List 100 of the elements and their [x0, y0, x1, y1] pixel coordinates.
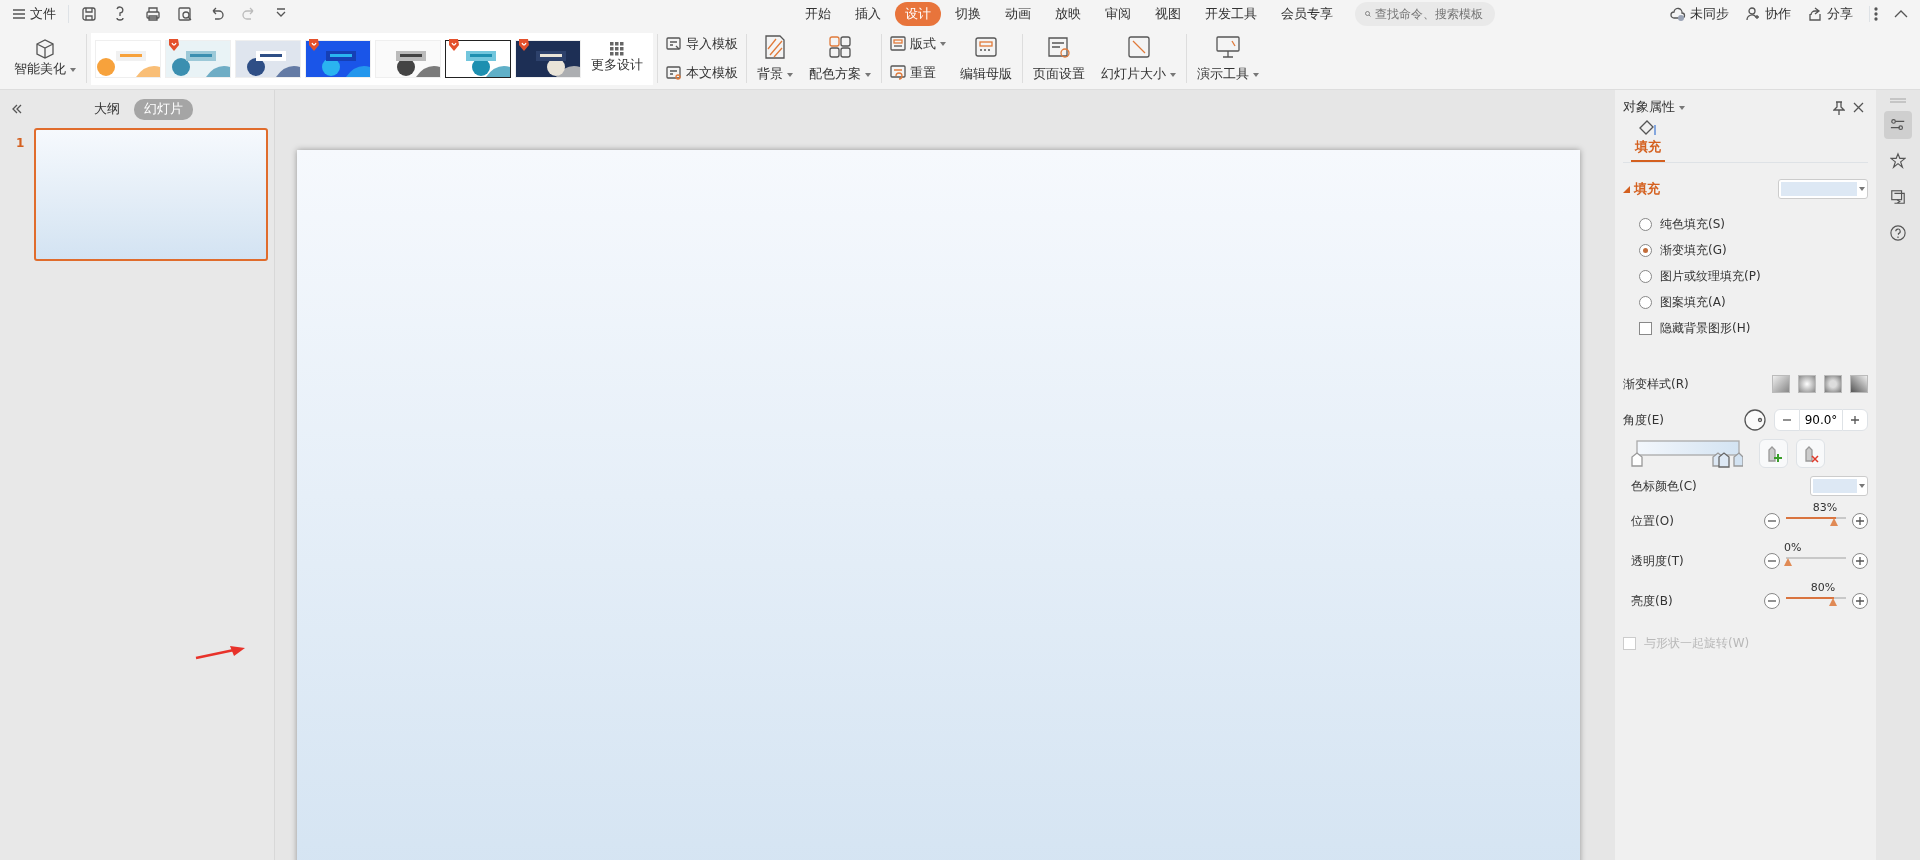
gradient-style-button[interactable]: [1798, 375, 1816, 394]
annotation-arrow: [194, 645, 246, 662]
gradient-style-button[interactable]: [1772, 375, 1790, 394]
menu-tab[interactable]: 动画: [994, 2, 1041, 26]
radio-option[interactable]: 纯色填充(S): [1639, 215, 1868, 234]
more-designs-button[interactable]: 更多设计: [585, 40, 649, 78]
cube-icon: [34, 38, 56, 61]
slide-number: 1: [16, 135, 26, 153]
slide-thumbnail[interactable]: [34, 128, 268, 262]
add-stop-icon: [1765, 445, 1782, 464]
toolbar-action[interactable]: 未同步: [1666, 3, 1733, 25]
reset-icon: [890, 65, 906, 82]
plus-icon: [1856, 517, 1864, 526]
template-thumbnail[interactable]: [375, 39, 441, 78]
slider-thumb[interactable]: [1784, 558, 1792, 567]
checkbox-option[interactable]: 隐藏背景图形(H): [1639, 319, 1868, 338]
layout-icon: [890, 36, 906, 53]
plus-icon: [1856, 597, 1864, 606]
add-user-icon: [1745, 6, 1761, 23]
angle-dial[interactable]: [1744, 409, 1766, 432]
menu-icon: [12, 8, 26, 21]
gradient-stops-bar[interactable]: [1631, 439, 1743, 468]
ribbon-button[interactable]: 背景: [751, 31, 799, 87]
file-menu-button[interactable]: 文件: [8, 3, 60, 25]
ribbon-button[interactable]: 重置: [886, 62, 950, 84]
template-thumbnail[interactable]: [95, 39, 161, 78]
chevron-up-icon: [1894, 10, 1908, 19]
ribbon-button[interactable]: 配色方案: [803, 31, 877, 87]
gradient-style-button[interactable]: [1824, 375, 1842, 394]
angle-field[interactable]: 90.0°: [1800, 409, 1842, 432]
ribbon-button[interactable]: 幻灯片大小: [1095, 31, 1182, 87]
menu-tab[interactable]: 切换: [944, 2, 991, 26]
remove-stop-button[interactable]: [1796, 439, 1825, 469]
plus-icon: [1856, 557, 1864, 566]
caret-icon: [70, 67, 76, 72]
panel-title-dropdown[interactable]: 对象属性: [1623, 98, 1685, 117]
field-label: 渐变样式(R): [1623, 376, 1689, 394]
pin-icon: [1833, 100, 1845, 115]
ribbon-button[interactable]: 版式: [886, 33, 950, 55]
template-thumbnail[interactable]: [235, 39, 301, 78]
decrement-button[interactable]: [1764, 513, 1780, 530]
import-template-icon: [666, 36, 682, 53]
field-label: 位置(O): [1631, 513, 1675, 531]
fill-color-dropdown[interactable]: [1778, 179, 1868, 200]
remove-stop-icon: [1802, 445, 1819, 464]
template-thumbnail[interactable]: [165, 39, 231, 78]
increment-button[interactable]: [1852, 553, 1868, 570]
add-stop-button[interactable]: [1759, 439, 1788, 469]
radio-option[interactable]: 渐变填充(G): [1639, 241, 1868, 260]
template-thumbnail[interactable]: [515, 39, 581, 78]
slider-track[interactable]: [1784, 596, 1848, 607]
radio-option[interactable]: 图案填充(A): [1639, 293, 1868, 312]
caret-icon: [940, 42, 946, 47]
ribbon-button[interactable]: 本文模板: [662, 62, 742, 84]
panel-tab[interactable]: 大纲: [83, 98, 130, 120]
slider-thumb[interactable]: [1830, 518, 1839, 527]
plus-icon: [1851, 416, 1859, 425]
ribbon-button[interactable]: 页面设置: [1027, 31, 1091, 87]
ribbon-button[interactable]: 导入模板: [662, 33, 742, 55]
radio-option[interactable]: 图片或纹理填充(P): [1639, 267, 1868, 286]
print-icon: [145, 6, 161, 23]
stop-color-dropdown[interactable]: [1810, 476, 1868, 497]
slide-switch-icon: [1890, 188, 1906, 207]
increment-button[interactable]: [1852, 513, 1868, 530]
decrement-button[interactable]: [1764, 593, 1780, 610]
document-template-icon: [666, 65, 682, 82]
double-chevron-left-icon: [12, 104, 22, 115]
menu-tab[interactable]: 插入: [844, 2, 891, 26]
template-thumbnail[interactable]: [445, 39, 511, 78]
ribbon-button[interactable]: 编辑母版: [954, 31, 1018, 87]
side-tool-button[interactable]: [1884, 111, 1912, 140]
smart-beautify-button[interactable]: 智能美化: [8, 28, 82, 90]
cloud-icon: [1670, 6, 1686, 23]
grid-icon: [610, 42, 624, 57]
toolbar-action[interactable]: 分享: [1803, 3, 1857, 25]
slider-track[interactable]: [1784, 516, 1848, 527]
paint-bucket-icon: [1638, 118, 1658, 137]
ribbon-button[interactable]: 演示工具: [1191, 31, 1265, 87]
decrement-button[interactable]: [1764, 553, 1780, 570]
menu-tab[interactable]: 开发工具: [1194, 2, 1267, 26]
menu-tab[interactable]: 视图: [1144, 2, 1191, 26]
caret-icon: [787, 72, 793, 77]
caret-icon: [1859, 187, 1865, 192]
caret-icon: [1859, 484, 1865, 489]
increment-button[interactable]: [1852, 593, 1868, 610]
search-field[interactable]: 查找命令、搜索模板: [1354, 2, 1495, 27]
slider-value: 80%: [1810, 580, 1836, 597]
toolbar-action[interactable]: 协作: [1741, 3, 1795, 25]
menu-tab[interactable]: 审阅: [1094, 2, 1141, 26]
print-preview-icon: [177, 6, 193, 23]
drag-handle-icon: [1890, 98, 1906, 104]
menu-tab[interactable]: 开始: [794, 2, 841, 26]
menu-tab[interactable]: 放映: [1044, 2, 1091, 26]
share-icon: [1807, 6, 1823, 23]
menu-tab[interactable]: 会员专享: [1270, 2, 1343, 26]
slider-thumb[interactable]: [1828, 598, 1837, 607]
slider-value: 0%: [1784, 540, 1802, 557]
template-thumbnail[interactable]: [305, 39, 371, 78]
gradient-style-button[interactable]: [1850, 375, 1868, 394]
slider-track[interactable]: [1784, 556, 1848, 567]
